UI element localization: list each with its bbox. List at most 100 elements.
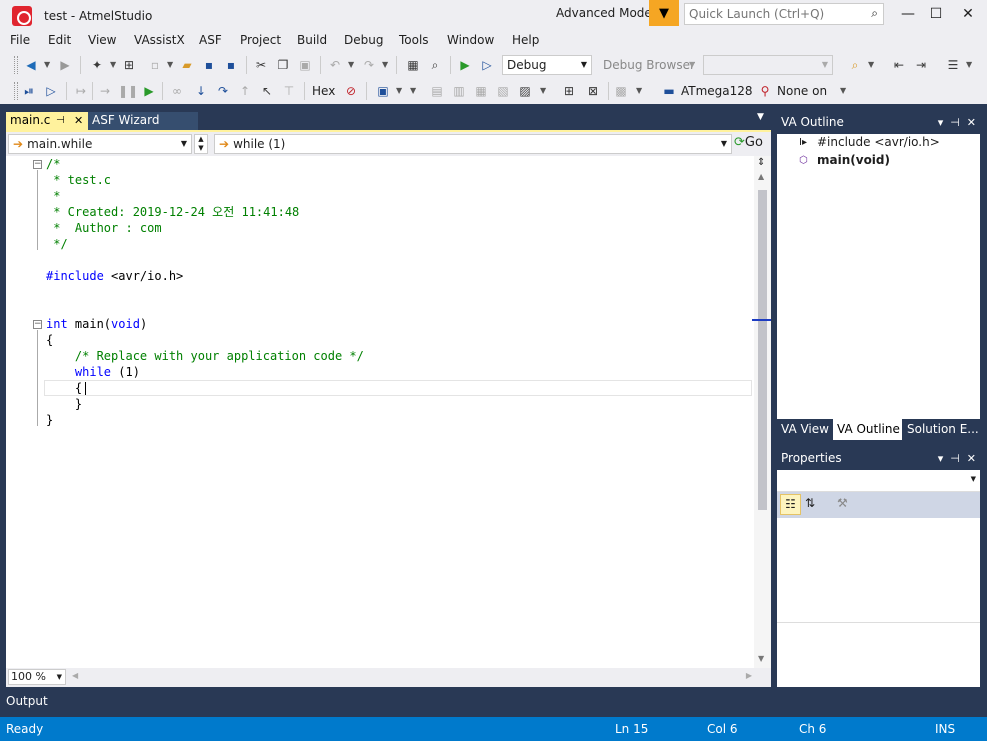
toolbar-options-icon[interactable]: ▼ bbox=[410, 86, 416, 95]
alphabetical-icon[interactable]: ⇅ bbox=[805, 496, 815, 510]
start-without-debugging-icon[interactable]: ▷ bbox=[478, 56, 496, 74]
nav-spinner[interactable]: ▲ ▼ bbox=[194, 134, 208, 154]
back-dropdown-icon[interactable]: ▼ bbox=[44, 60, 50, 69]
step-out-icon[interactable]: ↑ bbox=[236, 82, 254, 100]
start-debugging-icon[interactable]: ▶ bbox=[140, 82, 158, 100]
menu-asf[interactable]: ASF bbox=[199, 33, 222, 47]
undo-dropdown-icon[interactable]: ▼ bbox=[348, 60, 354, 69]
menu-edit[interactable]: Edit bbox=[48, 33, 71, 47]
toolbar-options-icon[interactable]: ▼ bbox=[868, 60, 874, 69]
save-icon[interactable]: ▪ bbox=[200, 56, 218, 74]
new-project-icon[interactable]: ✦ bbox=[88, 56, 106, 74]
tab-va-view[interactable]: VA View bbox=[777, 419, 833, 440]
quick-launch-box[interactable]: ⌕ bbox=[684, 3, 884, 25]
reset-icon[interactable]: ∞ bbox=[168, 82, 186, 100]
add-item-icon[interactable]: ⊞ bbox=[120, 56, 138, 74]
toolbar-options-icon[interactable]: ▼ bbox=[540, 86, 546, 95]
paste-icon[interactable]: ▣ bbox=[296, 56, 314, 74]
outdent-icon[interactable]: ⇤ bbox=[890, 56, 908, 74]
back-icon[interactable]: ◀ bbox=[22, 56, 40, 74]
add-existing-icon[interactable]: ▫ bbox=[146, 56, 164, 74]
categorized-icon[interactable]: ☷ bbox=[780, 494, 801, 515]
menu-file[interactable]: File bbox=[10, 33, 30, 47]
save-all-icon[interactable]: ▪ bbox=[222, 56, 240, 74]
advanced-mode-label[interactable]: Advanced Mode bbox=[556, 6, 652, 20]
disable-breakpoints-icon[interactable]: ⊘ bbox=[342, 82, 360, 100]
scope-select[interactable]: ➔ main.while ▼ bbox=[8, 134, 192, 154]
toolbar-options-icon[interactable]: ▼ bbox=[636, 86, 642, 95]
tool-label[interactable]: None on bbox=[777, 84, 827, 98]
debug-target-select[interactable]: ▼ bbox=[703, 55, 833, 75]
disassembly-icon[interactable]: ▨ bbox=[516, 82, 534, 100]
processor-icon[interactable]: ▦ bbox=[472, 82, 490, 100]
device-programming-icon[interactable]: ⊞ bbox=[560, 82, 578, 100]
toolbar-options-icon[interactable]: ▼ bbox=[840, 86, 846, 95]
solution-explorer-icon[interactable]: ▦ bbox=[404, 56, 422, 74]
undo-icon[interactable]: ↶ bbox=[326, 56, 344, 74]
zoom-select[interactable]: 100 % ▼ bbox=[8, 669, 66, 685]
member-select[interactable]: ➔ while (1) ▼ bbox=[214, 134, 732, 154]
comment-lines-icon[interactable]: ☰ bbox=[944, 56, 962, 74]
horizontal-scrollbar[interactable]: ◀ ▶ bbox=[70, 671, 754, 684]
close-tab-icon[interactable]: ✕ bbox=[74, 112, 83, 129]
memory-icon[interactable]: ▤ bbox=[428, 82, 446, 100]
pause-icon[interactable]: ❚❚ bbox=[118, 82, 138, 100]
tool-icon[interactable]: ⚲ bbox=[756, 82, 774, 100]
menu-tools[interactable]: Tools bbox=[399, 33, 429, 47]
vertical-scrollbar[interactable]: ⇕ ▲ ▼ bbox=[752, 156, 771, 668]
filter-icon[interactable]: ▼ bbox=[649, 0, 679, 26]
menu-vassistx[interactable]: VAssistX bbox=[134, 33, 185, 47]
device-label[interactable]: ATmega128 bbox=[681, 84, 753, 98]
collapse-icon[interactable]: − bbox=[33, 160, 42, 169]
tab-asf-wizard[interactable]: ASF Wizard bbox=[88, 112, 198, 130]
copy-icon[interactable]: ❐ bbox=[274, 56, 292, 74]
pin-icon[interactable]: ⊣ bbox=[56, 112, 65, 129]
windows-dropdown-icon[interactable]: ▼ bbox=[396, 86, 402, 95]
toolbar-grip[interactable] bbox=[14, 56, 18, 74]
menu-project[interactable]: Project bbox=[240, 33, 281, 47]
show-next-statement-icon[interactable]: ⊤ bbox=[280, 82, 298, 100]
menu-help[interactable]: Help bbox=[512, 33, 539, 47]
va-outline-title-bar[interactable]: VA Outline ▾ ⊣ ✕ bbox=[777, 112, 980, 134]
add-dropdown-icon[interactable]: ▼ bbox=[167, 60, 173, 69]
object-select[interactable]: ▼ bbox=[777, 470, 980, 492]
properties-title-bar[interactable]: Properties ▾ ⊣ ✕ bbox=[777, 448, 980, 470]
outline-item-include[interactable]: #include <avr/io.h> bbox=[817, 135, 940, 149]
code-area[interactable]: − − /* * test.c * * Created: 2019-12-24 … bbox=[6, 156, 754, 668]
tab-overflow-icon[interactable]: ▼ bbox=[757, 112, 764, 122]
panel-controls[interactable]: ▾ ⊣ ✕ bbox=[938, 112, 976, 133]
indent-icon[interactable]: ⇥ bbox=[912, 56, 930, 74]
device-pack-icon[interactable]: ⊠ bbox=[584, 82, 602, 100]
quick-launch-input[interactable] bbox=[685, 4, 861, 24]
run-to-cursor-icon[interactable]: ↖ bbox=[258, 82, 276, 100]
search-icon[interactable]: ⌕ bbox=[871, 6, 878, 21]
registers-icon[interactable]: ▥ bbox=[450, 82, 468, 100]
menu-build[interactable]: Build bbox=[297, 33, 327, 47]
menu-view[interactable]: View bbox=[88, 33, 116, 47]
scroll-right-icon[interactable]: ▶ bbox=[746, 671, 752, 680]
open-folder-icon[interactable]: ▰ bbox=[178, 56, 196, 74]
attach-icon[interactable]: ↦ bbox=[72, 82, 90, 100]
scroll-thumb[interactable] bbox=[758, 190, 767, 510]
windows-icon[interactable]: ▣ bbox=[374, 82, 392, 100]
tab-output[interactable]: Output bbox=[0, 690, 60, 716]
maximize-button[interactable]: ☐ bbox=[924, 4, 948, 24]
tab-solution-explorer[interactable]: Solution E... bbox=[903, 419, 980, 440]
redo-dropdown-icon[interactable]: ▼ bbox=[382, 60, 388, 69]
start-without-debug-icon[interactable]: ▷ bbox=[42, 82, 60, 100]
scroll-down-icon[interactable]: ▼ bbox=[758, 654, 764, 663]
step-over-icon[interactable]: ↷ bbox=[214, 82, 232, 100]
split-icon[interactable]: ⇕ bbox=[757, 157, 765, 168]
toolbar-options-icon[interactable]: ▼ bbox=[966, 60, 972, 69]
hex-toggle[interactable]: Hex bbox=[312, 84, 335, 98]
cut-icon[interactable]: ✂ bbox=[252, 56, 270, 74]
chip-icon[interactable]: ▬ bbox=[660, 82, 678, 100]
menu-window[interactable]: Window bbox=[447, 33, 494, 47]
start-debugging-icon[interactable]: ▶ bbox=[456, 56, 474, 74]
io-view-icon[interactable]: ▧ bbox=[494, 82, 512, 100]
find-icon[interactable]: ⌕ bbox=[426, 56, 444, 74]
debug-browser-dropdown-icon[interactable]: ▼ bbox=[689, 60, 695, 69]
forward-icon[interactable]: ▶ bbox=[56, 56, 74, 74]
menu-debug[interactable]: Debug bbox=[344, 33, 383, 47]
collapse-icon[interactable]: − bbox=[33, 320, 42, 329]
